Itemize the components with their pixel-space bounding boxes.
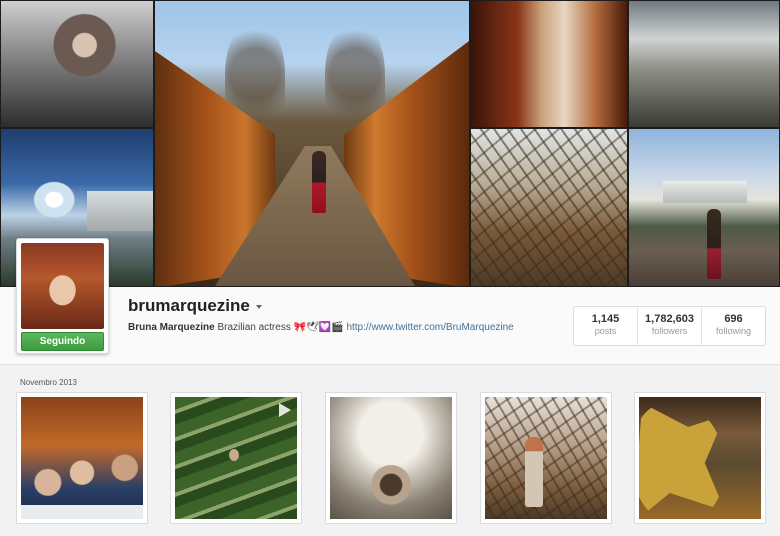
cover-photo-4[interactable] bbox=[628, 0, 780, 128]
website-link[interactable]: http://www.twitter.com/BruMarquezine bbox=[346, 322, 513, 333]
cover-photo-3[interactable] bbox=[470, 0, 628, 128]
person-figure bbox=[312, 151, 326, 213]
stats-box: 1,145 posts 1,782,603 followers 696 foll… bbox=[573, 306, 766, 346]
username-row: brumarquezine bbox=[128, 296, 262, 316]
stat-value: 1,145 bbox=[591, 313, 620, 325]
palace-shape bbox=[663, 181, 747, 203]
cover-photo-6[interactable] bbox=[628, 128, 780, 287]
person-figure bbox=[525, 437, 543, 507]
stat-posts[interactable]: 1,145 posts bbox=[574, 307, 638, 345]
bio: Bruna Marquezine Brazilian actress 🎀🕊💟🎬 … bbox=[128, 322, 514, 333]
avatar[interactable] bbox=[21, 243, 104, 329]
cover-photo-5[interactable] bbox=[470, 128, 628, 287]
stat-following[interactable]: 696 following bbox=[702, 307, 765, 345]
photo-thumbnail[interactable] bbox=[16, 392, 148, 524]
avatar-card: Seguindo bbox=[16, 238, 109, 354]
username[interactable]: brumarquezine bbox=[128, 296, 250, 316]
photo-strip bbox=[21, 505, 143, 519]
photo-thumbnail[interactable] bbox=[634, 392, 766, 524]
full-name: Bruna Marquezine bbox=[128, 322, 215, 333]
photo-image bbox=[21, 397, 143, 519]
stat-label: following bbox=[715, 326, 752, 336]
photo-image bbox=[330, 397, 452, 519]
photo-thumbnail[interactable] bbox=[480, 392, 612, 524]
photo-image bbox=[639, 397, 761, 519]
cover-photo-main[interactable] bbox=[154, 0, 470, 287]
branches-overlay bbox=[471, 129, 627, 286]
stat-followers[interactable]: 1,782,603 followers bbox=[638, 307, 702, 345]
person-dot bbox=[229, 449, 239, 461]
person-figure bbox=[707, 209, 721, 279]
photo-image bbox=[175, 397, 297, 519]
follow-button[interactable]: Seguindo bbox=[21, 332, 104, 351]
photo-thumbnail[interactable] bbox=[325, 392, 457, 524]
cover-photo-1[interactable] bbox=[0, 0, 154, 128]
palace-shape bbox=[87, 191, 153, 231]
play-icon bbox=[279, 403, 291, 417]
month-heading: Novembro 2013 bbox=[20, 378, 77, 387]
bio-text: Brazilian actress 🎀🕊💟🎬 bbox=[217, 322, 344, 333]
leaf-shape bbox=[639, 403, 725, 519]
stat-value: 1,782,603 bbox=[645, 313, 694, 325]
photo-image bbox=[485, 397, 607, 519]
caret-down-icon[interactable] bbox=[255, 305, 262, 309]
stat-value: 696 bbox=[724, 313, 743, 325]
stat-label: followers bbox=[651, 326, 688, 336]
video-thumbnail[interactable] bbox=[170, 392, 302, 524]
cover-mosaic bbox=[0, 0, 780, 287]
stat-label: posts bbox=[594, 326, 617, 336]
